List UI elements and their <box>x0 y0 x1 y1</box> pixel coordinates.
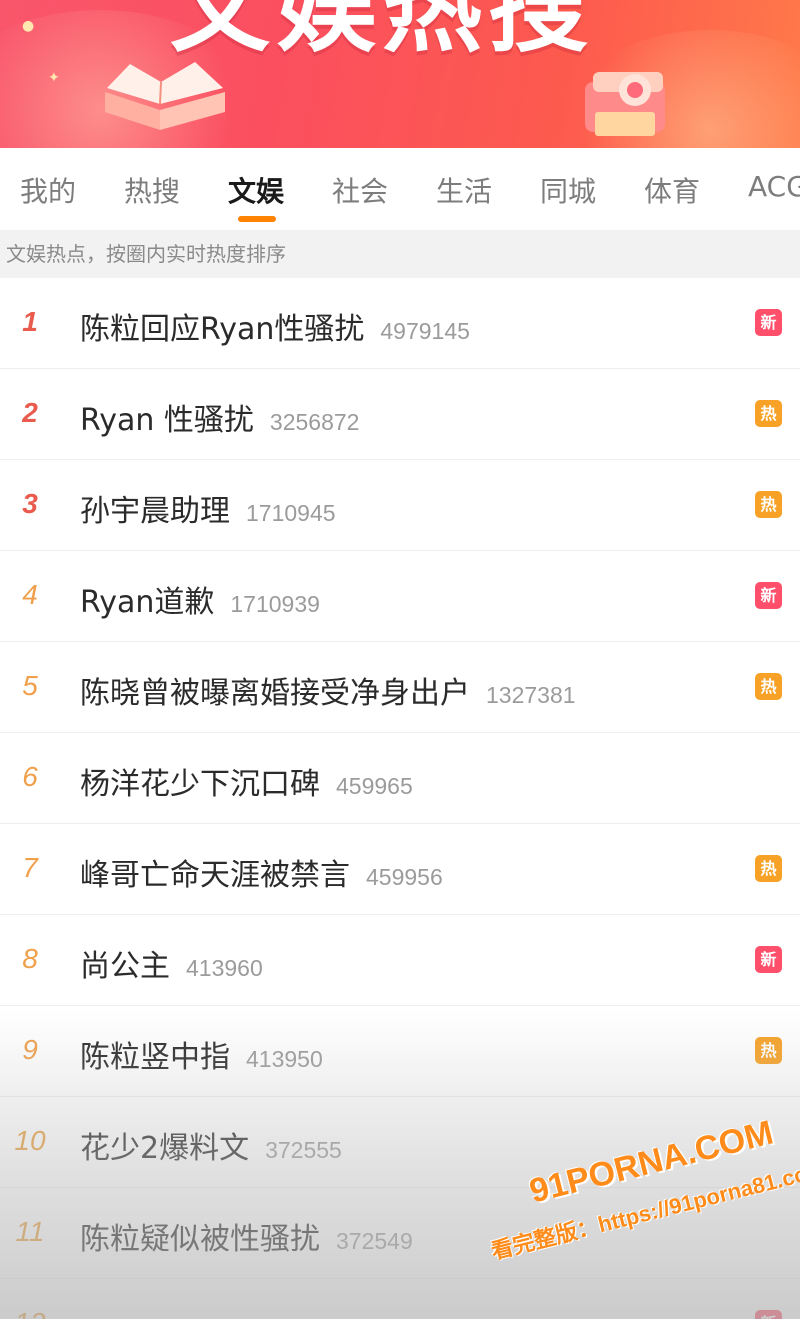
active-tab-indicator <box>238 216 276 222</box>
new-badge: 新 <box>755 1310 782 1319</box>
item-title-wrap: 尚公主 413960 <box>80 941 263 985</box>
item-title[interactable]: 尚公主 <box>80 949 170 984</box>
item-title-wrap: 陈粒疑似被性骚扰 372549 <box>80 1214 413 1258</box>
heat-count: 372549 <box>336 1228 413 1254</box>
rank-number: 8 <box>22 943 38 974</box>
item-title-wrap: 陈粒回应Ryan性骚扰 4979145 <box>80 304 470 348</box>
new-badge: 新 <box>755 309 782 336</box>
item-title[interactable]: 陈晓曾被曝离婚接受净身出户 <box>80 676 470 711</box>
item-title[interactable]: 陈粒竖中指 <box>80 1040 230 1075</box>
item-title[interactable]: 峰哥亡命天涯被禁言 <box>80 858 350 893</box>
hot-badge: 热 <box>755 673 782 700</box>
hot-badge: 热 <box>755 400 782 427</box>
category-tabs: 我的 热搜 文娱 社会 生活 同城 体育 ACG <box>0 148 800 230</box>
item-title-wrap <box>80 1305 96 1319</box>
heat-count: 413960 <box>186 955 263 981</box>
tab-sports[interactable]: 体育 <box>644 170 700 210</box>
list-item[interactable]: 1 陈粒回应Ryan性骚扰 4979145 新 <box>0 278 800 369</box>
item-title[interactable]: 杨洋花少下沉口碑 <box>80 767 320 802</box>
heat-count: 1327381 <box>486 682 576 708</box>
tab-mine[interactable]: 我的 <box>20 170 76 210</box>
list-item[interactable]: 3 孙宇晨助理 1710945 热 <box>0 460 800 551</box>
list-item[interactable]: 5 陈晓曾被曝离婚接受净身出户 1327381 热 <box>0 642 800 733</box>
tab-acg[interactable]: ACG <box>748 170 800 203</box>
rank-number: 4 <box>22 579 38 610</box>
list-item[interactable]: 2 Ryan 性骚扰 3256872 热 <box>0 369 800 460</box>
item-title[interactable]: Ryan道歉 <box>80 585 214 620</box>
new-badge: 新 <box>755 582 782 609</box>
list-item[interactable]: 7 峰哥亡命天涯被禁言 459956 热 <box>0 824 800 915</box>
rank-number: 7 <box>22 852 38 883</box>
heat-count: 372555 <box>265 1137 342 1163</box>
heat-count: 1710939 <box>230 591 320 617</box>
item-title-wrap: 陈晓曾被曝离婚接受净身出户 1327381 <box>80 668 576 712</box>
rank-number: 12 <box>0 1307 60 1319</box>
item-title-wrap: Ryan道歉 1710939 <box>80 577 320 621</box>
rank-number: 10 <box>14 1125 46 1156</box>
heat-count: 3256872 <box>269 409 360 435</box>
sparkle-icon: ● <box>22 18 35 34</box>
sparkle-icon: ✦ <box>48 70 60 86</box>
item-title-wrap: 花少2爆料文 372555 <box>80 1123 342 1167</box>
rank-number: 6 <box>22 761 38 792</box>
list-item[interactable]: 6 杨洋花少下沉口碑 459965 <box>0 733 800 824</box>
heat-count: 1710945 <box>246 500 336 526</box>
heat-count: 459956 <box>366 864 443 890</box>
list-description: 文娱热点，按圈内实时热度排序 <box>0 230 800 278</box>
item-title-wrap: 孙宇晨助理 1710945 <box>80 486 336 530</box>
item-title-wrap: 峰哥亡命天涯被禁言 459956 <box>80 850 443 894</box>
rank-number: 3 <box>22 488 38 519</box>
tab-hot-search[interactable]: 热搜 <box>124 170 180 210</box>
list-item[interactable]: 4 Ryan道歉 1710939 新 <box>0 551 800 642</box>
tab-local[interactable]: 同城 <box>540 170 596 210</box>
list-item[interactable]: 9 陈粒竖中指 413950 热 <box>0 1006 800 1097</box>
item-title-wrap: 陈粒竖中指 413950 <box>80 1032 323 1076</box>
camera-icon <box>585 72 665 136</box>
rank-number: 1 <box>22 306 38 337</box>
item-title[interactable]: 陈粒疑似被性骚扰 <box>80 1222 320 1257</box>
item-title[interactable]: 陈粒回应Ryan性骚扰 <box>80 312 364 347</box>
item-title-wrap: 杨洋花少下沉口碑 459965 <box>80 759 413 803</box>
tab-society[interactable]: 社会 <box>332 170 388 210</box>
rank-number: 9 <box>22 1034 38 1065</box>
hot-badge: 热 <box>755 491 782 518</box>
heat-count: 4979145 <box>380 318 470 344</box>
heat-count: 459965 <box>336 773 413 799</box>
hot-badge: 热 <box>755 855 782 882</box>
list-item[interactable]: 12 新 <box>0 1279 800 1319</box>
rank-number: 5 <box>22 670 38 701</box>
item-title[interactable]: Ryan 性骚扰 <box>80 403 254 438</box>
list-item[interactable]: 8 尚公主 413960 新 <box>0 915 800 1006</box>
hot-badge: 热 <box>755 1037 782 1064</box>
tab-entertainment[interactable]: 文娱 <box>228 170 284 210</box>
item-title-wrap: Ryan 性骚扰 3256872 <box>80 395 359 439</box>
new-badge: 新 <box>755 946 782 973</box>
item-title[interactable]: 孙宇晨助理 <box>80 494 230 529</box>
heat-count: 413950 <box>246 1046 323 1072</box>
item-title[interactable]: 花少2爆料文 <box>80 1131 249 1166</box>
banner: ● ✦ 文娱热搜 <box>0 0 800 148</box>
rank-number: 2 <box>22 397 38 428</box>
rank-number: 11 <box>15 1216 45 1247</box>
tab-life[interactable]: 生活 <box>436 170 492 210</box>
banner-title: 文娱热搜 <box>170 0 594 66</box>
